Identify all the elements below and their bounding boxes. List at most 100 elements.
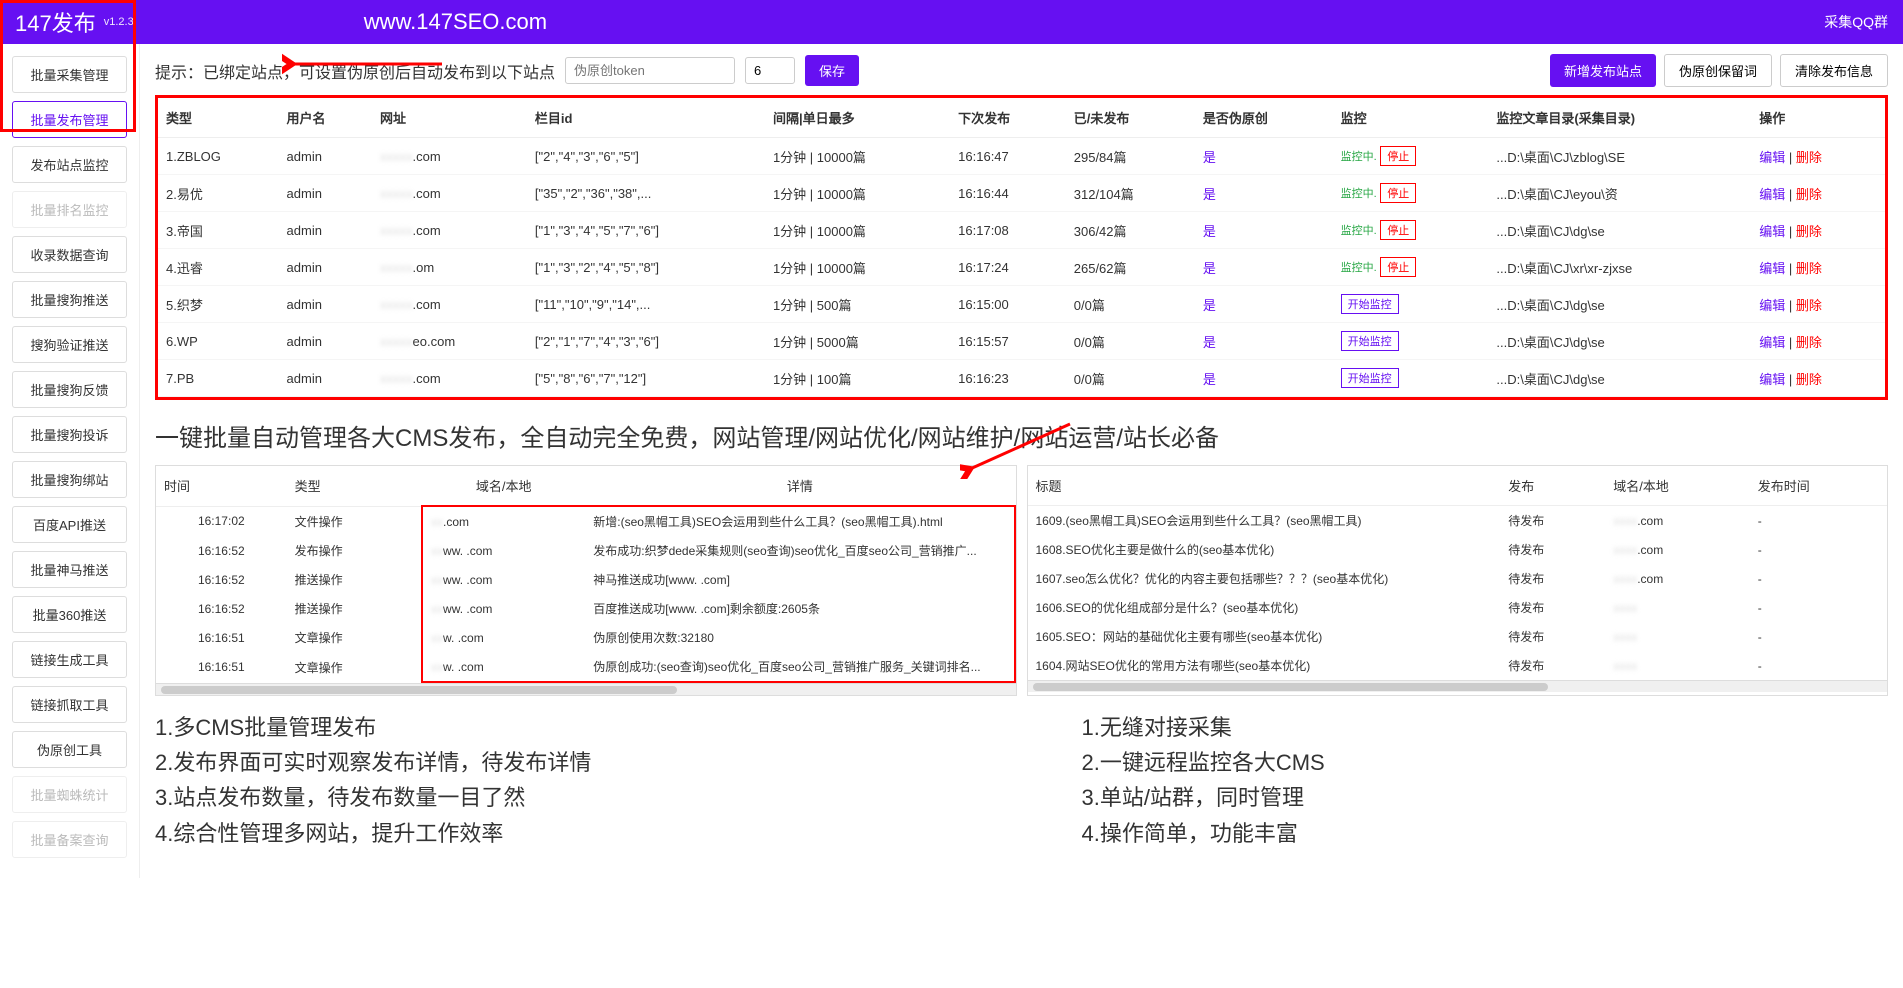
cell-site: xxxxx.com [372,175,527,212]
clear-info-button[interactable]: 清除发布信息 [1780,54,1888,87]
col-header: 发布 [1500,466,1605,506]
sidebar-item-10[interactable]: 百度API推送 [12,506,127,543]
sidebar-item-9[interactable]: 批量搜狗绑站 [12,461,127,498]
col-header: 域名/本地 [422,466,585,506]
sidebar-item-16: 批量蜘蛛统计 [12,776,127,813]
cell-pub: 295/84篇 [1066,138,1195,175]
log-row: 16:16:52推送操作xxww. .com神马推送成功[www. .com] [156,565,1015,594]
sidebar-item-12[interactable]: 批量360推送 [12,596,127,633]
delete-link[interactable]: 删除 [1796,261,1822,276]
cell-pseudo[interactable]: 是 [1195,323,1333,360]
log-row: 1605.SEO：网站的基础优化主要有哪些(seo基本优化)待发布xxxx- [1028,622,1888,651]
edit-link[interactable]: 编辑 [1759,150,1785,165]
cell-pub: 待发布 [1500,535,1605,564]
table-row: 1.ZBLOGadminxxxxx.com["2","4","3","6","5… [158,138,1885,175]
col-header: 是否伪原创 [1195,98,1333,138]
cell-domain: xxw. .com [422,652,585,682]
token-input[interactable] [565,57,735,84]
sidebar-item-4[interactable]: 收录数据查询 [12,236,127,273]
token-value-input[interactable] [745,57,795,84]
sidebar-item-1[interactable]: 批量发布管理 [12,101,127,138]
cell-pseudo[interactable]: 是 [1195,360,1333,397]
cell-type: 6.WP [158,323,279,360]
cell-pseudo[interactable]: 是 [1195,212,1333,249]
edit-link[interactable]: 编辑 [1759,261,1785,276]
log-row: 1608.SEO优化主要是做什么的(seo基本优化)待发布xxxx.com- [1028,535,1888,564]
qq-group-link[interactable]: 采集QQ群 [1824,12,1888,32]
log-row: 1606.SEO的优化组成部分是什么？(seo基本优化)待发布xxxx- [1028,593,1888,622]
cell-ops: 编辑 | 删除 [1751,323,1885,360]
edit-link[interactable]: 编辑 [1759,187,1785,202]
cell-pseudo[interactable]: 是 [1195,138,1333,175]
cell-dir: ...D:\桌面\CJ\zblog\SE [1488,138,1751,175]
cell-type: 2.易优 [158,175,279,212]
cell-detail: 神马推送成功[www. .com] [585,565,1014,594]
delete-link[interactable]: 删除 [1796,224,1822,239]
sidebar-item-14[interactable]: 链接抓取工具 [12,686,127,723]
delete-link[interactable]: 删除 [1796,298,1822,313]
cell-title: 1604.网站SEO优化的常用方法有哪些(seo基本优化) [1028,651,1501,680]
edit-link[interactable]: 编辑 [1759,372,1785,387]
cell-cols: ["2","4","3","6","5"] [527,138,765,175]
start-monitor-button[interactable]: 开始监控 [1341,368,1399,388]
delete-link[interactable]: 删除 [1796,335,1822,350]
cell-pseudo[interactable]: 是 [1195,286,1333,323]
cell-type: 发布操作 [287,536,422,565]
cell-site: xxxxx.om [372,249,527,286]
app-title: 147发布 [15,6,96,38]
log-row: 16:16:51文章操作xxw. .com伪原创成功:(seo查询)seo优化_… [156,652,1015,682]
cell-pseudo[interactable]: 是 [1195,249,1333,286]
delete-link[interactable]: 删除 [1796,187,1822,202]
delete-link[interactable]: 删除 [1796,372,1822,387]
start-monitor-button[interactable]: 开始监控 [1341,331,1399,351]
sidebar-item-2[interactable]: 发布站点监控 [12,146,127,183]
cell-title: 1608.SEO优化主要是做什么的(seo基本优化) [1028,535,1501,564]
sidebar-item-11[interactable]: 批量神马推送 [12,551,127,588]
scroll-bar[interactable] [1028,680,1888,692]
stop-button[interactable]: 停止 [1380,183,1416,203]
cell-next: 16:16:44 [950,175,1066,212]
log-row: 1604.网站SEO优化的常用方法有哪些(seo基本优化)待发布xxxx- [1028,651,1888,680]
cell-interval: 1分钟 | 500篇 [765,286,950,323]
edit-link[interactable]: 编辑 [1759,224,1785,239]
cell-domain: xxww. .com [422,594,585,623]
cell-domain: xxxx [1605,651,1750,680]
keep-words-button[interactable]: 伪原创保留词 [1664,54,1772,87]
stop-button[interactable]: 停止 [1380,220,1416,240]
feature-item: 1.多CMS批量管理发布 [155,710,962,745]
annotation-arrow-2 [960,419,1080,479]
col-header: 栏目id [527,98,765,138]
cell-ops: 编辑 | 删除 [1751,249,1885,286]
sidebar-item-5[interactable]: 批量搜狗推送 [12,281,127,318]
edit-link[interactable]: 编辑 [1759,335,1785,350]
cell-detail: 发布成功:织梦dede采集规则(seo查询)seo优化_百度seo公司_营销推广… [585,536,1014,565]
sidebar-item-8[interactable]: 批量搜狗投诉 [12,416,127,453]
cell-interval: 1分钟 | 10000篇 [765,175,950,212]
table-row: 7.PBadminxxxxx.com["5","8","6","7","12"]… [158,360,1885,397]
cell-title: 1605.SEO：网站的基础优化主要有哪些(seo基本优化) [1028,622,1501,651]
sidebar-item-7[interactable]: 批量搜狗反馈 [12,371,127,408]
sidebar-item-13[interactable]: 链接生成工具 [12,641,127,678]
cell-next: 16:15:57 [950,323,1066,360]
start-monitor-button[interactable]: 开始监控 [1341,294,1399,314]
scroll-bar[interactable] [156,683,1016,695]
log-row: 1609.(seo黑帽工具)SEO会运用到些什么工具？(seo黑帽工具)待发布x… [1028,506,1888,536]
sidebar-item-0[interactable]: 批量采集管理 [12,56,127,93]
stop-button[interactable]: 停止 [1380,146,1416,166]
main-content: 提示：已绑定站点，可设置伪原创后自动发布到以下站点 保存 新增发布站点 伪原创保… [140,44,1903,878]
sidebar-item-6[interactable]: 搜狗验证推送 [12,326,127,363]
cell-monitor: 开始监控 [1333,323,1489,360]
stop-button[interactable]: 停止 [1380,257,1416,277]
new-site-button[interactable]: 新增发布站点 [1550,54,1656,87]
cell-pseudo[interactable]: 是 [1195,175,1333,212]
app-header: 147发布 v1.2.3 www.147SEO.com 采集QQ群 [0,0,1903,44]
cell-dir: ...D:\桌面\CJ\xr\xr-zjxse [1488,249,1751,286]
col-header: 下次发布 [950,98,1066,138]
cell-next: 16:15:00 [950,286,1066,323]
delete-link[interactable]: 删除 [1796,150,1822,165]
edit-link[interactable]: 编辑 [1759,298,1785,313]
sidebar-item-15[interactable]: 伪原创工具 [12,731,127,768]
save-button[interactable]: 保存 [805,55,859,86]
features: 1.多CMS批量管理发布2.发布界面可实时观察发布详情，待发布详情3.站点发布数… [155,710,1888,851]
sites-table: 类型用户名网址栏目id间隔|单日最多下次发布已/未发布是否伪原创监控监控文章目录… [158,98,1885,397]
